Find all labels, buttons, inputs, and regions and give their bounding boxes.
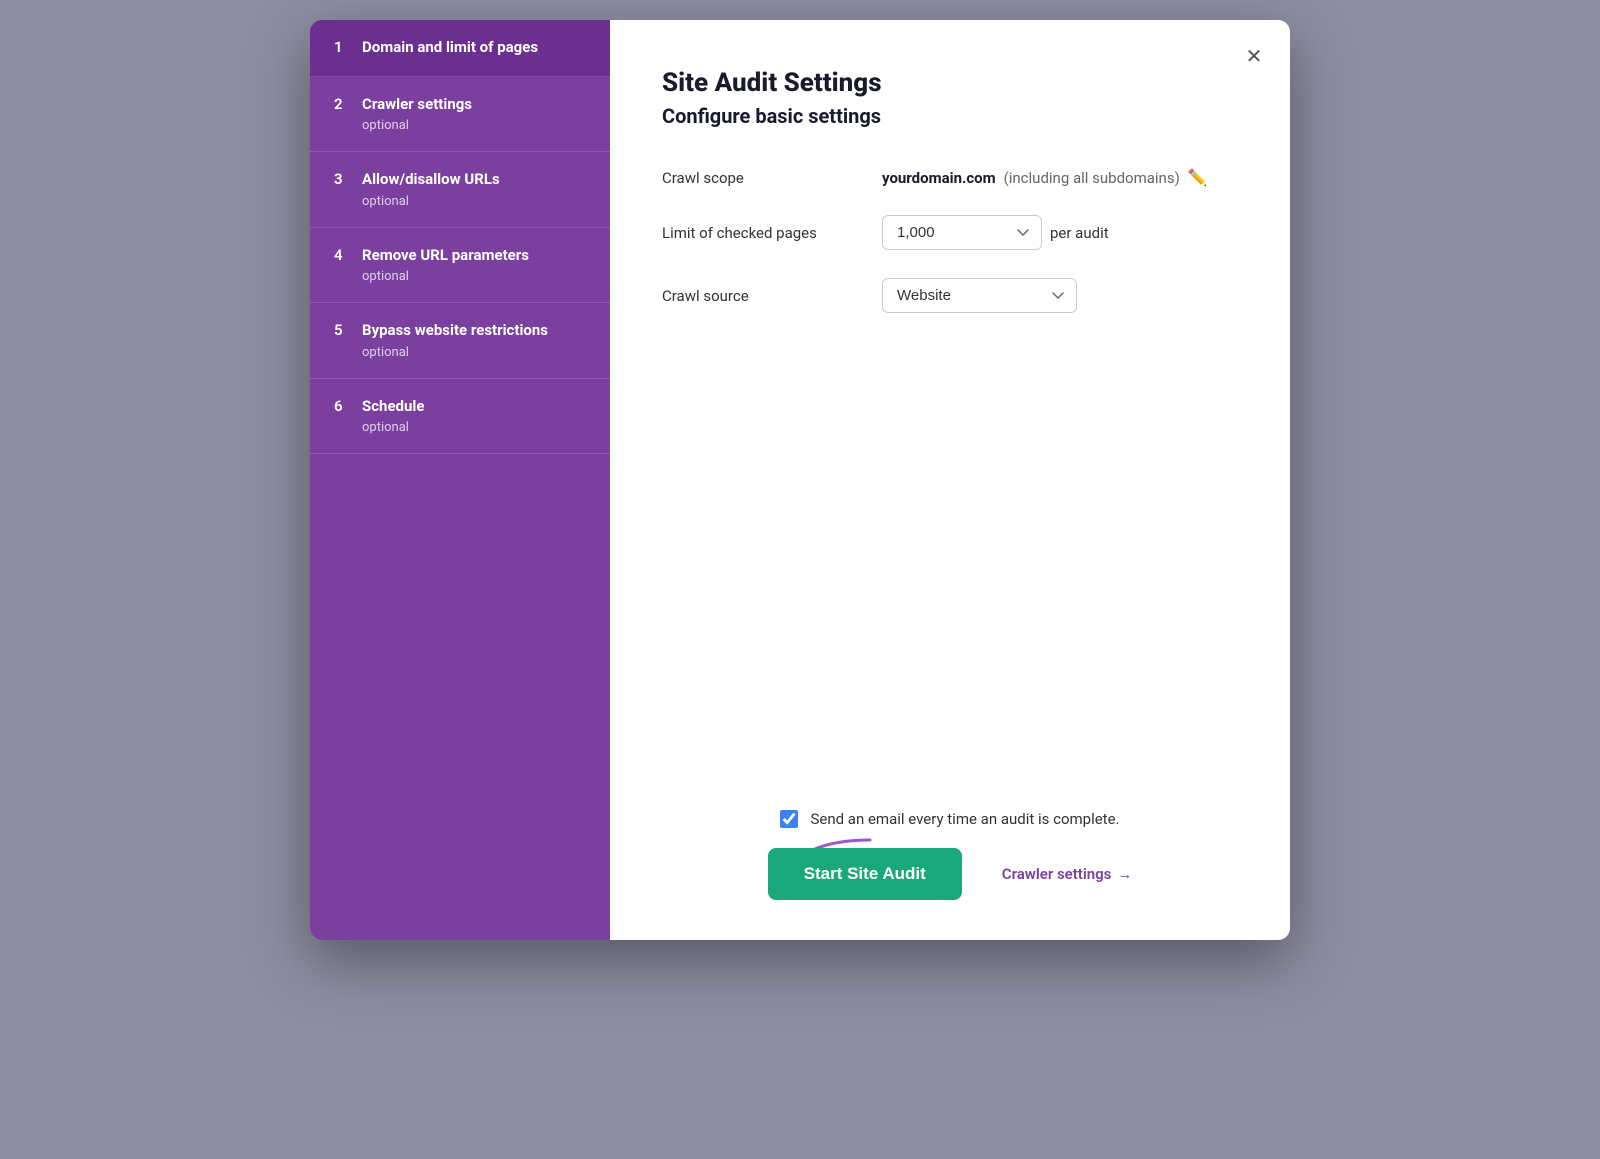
sidebar-item-bypass[interactable]: 5 Bypass website restrictions optional (310, 303, 610, 379)
crawl-source-row: Crawl source Website Sitemap Website and… (662, 278, 1238, 313)
sidebar-item-3-subtitle: optional (334, 194, 586, 209)
sidebar-item-remove-url[interactable]: 4 Remove URL parameters optional (310, 228, 610, 304)
sidebar-item-4-number: 4 (334, 246, 350, 264)
sidebar-item-5-number: 5 (334, 321, 350, 339)
modal-wrapper: 1 Domain and limit of pages 2 Crawler se… (0, 0, 1600, 1159)
limit-pages-value: 1,000 100 500 5,000 10,000 per audit (882, 215, 1109, 250)
close-button[interactable]: ✕ (1238, 40, 1270, 72)
limit-pages-label: Limit of checked pages (662, 224, 862, 242)
main-content: ✕ Site Audit Settings Configure basic se… (610, 20, 1290, 940)
sidebar-item-5-header: 5 Bypass website restrictions (334, 321, 586, 341)
limit-pages-row: Limit of checked pages 1,000 100 500 5,0… (662, 215, 1238, 250)
sidebar-item-2-title: Crawler settings (362, 95, 472, 115)
crawler-settings-label: Crawler settings (1002, 865, 1112, 883)
modal-title: Site Audit Settings (662, 68, 1238, 98)
sidebar-item-5-subtitle: optional (334, 345, 586, 360)
sidebar-item-1-number: 1 (334, 38, 350, 56)
sidebar-item-5-title: Bypass website restrictions (362, 321, 548, 341)
edit-domain-icon[interactable]: ✏️ (1188, 168, 1208, 187)
per-audit-text: per audit (1050, 224, 1109, 242)
sidebar-item-3-number: 3 (334, 170, 350, 188)
start-audit-label: Start Site Audit (804, 864, 926, 883)
limit-pages-select[interactable]: 1,000 100 500 5,000 10,000 (882, 215, 1042, 250)
crawl-source-select[interactable]: Website Sitemap Website and Sitemap (882, 278, 1077, 313)
domain-text: yourdomain.com (882, 169, 996, 187)
action-row: Start Site Audit Crawler settings → (662, 848, 1238, 900)
crawl-scope-row: Crawl scope yourdomain.com (including al… (662, 168, 1238, 187)
sidebar-item-crawler[interactable]: 2 Crawler settings optional (310, 77, 610, 153)
email-label: Send an email every time an audit is com… (810, 810, 1119, 828)
sidebar-item-6-number: 6 (334, 397, 350, 415)
sidebar-item-schedule[interactable]: 6 Schedule optional (310, 379, 610, 455)
sidebar-item-2-header: 2 Crawler settings (334, 95, 586, 115)
domain-note: (including all subdomains) (1004, 169, 1180, 187)
sidebar-item-4-header: 4 Remove URL parameters (334, 246, 586, 266)
arrow-right-icon: → (1117, 865, 1132, 883)
sidebar-item-6-subtitle: optional (334, 420, 586, 435)
crawler-settings-link[interactable]: Crawler settings → (1002, 865, 1133, 883)
email-checkbox[interactable] (780, 810, 798, 828)
sidebar-item-3-title: Allow/disallow URLs (362, 170, 500, 190)
start-audit-button[interactable]: Start Site Audit (768, 848, 962, 900)
sidebar-item-1-title: Domain and limit of pages (362, 38, 538, 58)
close-icon: ✕ (1246, 44, 1263, 69)
modal-dialog: 1 Domain and limit of pages 2 Crawler se… (310, 20, 1290, 940)
sidebar-item-domain[interactable]: 1 Domain and limit of pages (310, 20, 610, 77)
sidebar-item-1-header: 1 Domain and limit of pages (334, 38, 586, 58)
crawl-scope-value: yourdomain.com (including all subdomains… (882, 168, 1208, 187)
sidebar-item-3-header: 3 Allow/disallow URLs (334, 170, 586, 190)
modal-subtitle: Configure basic settings (662, 104, 1238, 128)
sidebar-item-4-title: Remove URL parameters (362, 246, 529, 266)
sidebar-item-4-subtitle: optional (334, 269, 586, 284)
sidebar-item-6-header: 6 Schedule (334, 397, 586, 417)
crawl-source-value: Website Sitemap Website and Sitemap (882, 278, 1077, 313)
sidebar-item-6-title: Schedule (362, 397, 424, 417)
sidebar-item-2-number: 2 (334, 95, 350, 113)
crawl-scope-label: Crawl scope (662, 169, 862, 187)
sidebar: 1 Domain and limit of pages 2 Crawler se… (310, 20, 610, 940)
crawl-source-label: Crawl source (662, 287, 862, 305)
bottom-section: Send an email every time an audit is com… (662, 770, 1238, 900)
sidebar-item-allow-disallow[interactable]: 3 Allow/disallow URLs optional (310, 152, 610, 228)
sidebar-item-2-subtitle: optional (334, 118, 586, 133)
email-checkbox-row: Send an email every time an audit is com… (662, 810, 1238, 828)
